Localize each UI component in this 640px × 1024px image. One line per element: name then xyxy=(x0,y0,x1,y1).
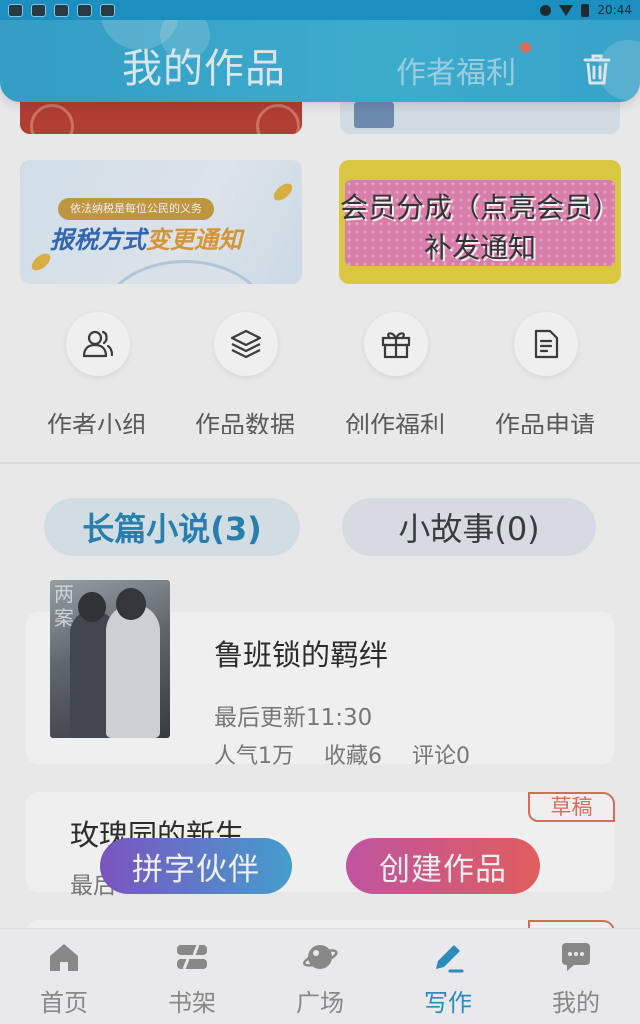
quick-action-work-data[interactable]: 作品数据 xyxy=(170,312,320,434)
pen-icon xyxy=(436,945,464,973)
member-banner-title: 会员分成（点亮会员）补发通知 xyxy=(339,191,620,264)
status-time: 20:44 xyxy=(597,3,632,17)
popularity-count: 人气1万 xyxy=(214,744,294,769)
layers-icon xyxy=(230,329,262,359)
bookshelf-icon xyxy=(177,944,207,970)
quick-action-work-apply[interactable]: 作品申请 xyxy=(470,312,620,434)
quick-action-circle xyxy=(66,312,130,376)
tax-title-part1: 报税方式 xyxy=(50,226,146,254)
tab-short-stories[interactable]: 小故事(0) xyxy=(342,498,596,556)
banner-tax-notice[interactable]: 依法纳税是每位公民的义务 报税方式变更通知 xyxy=(20,160,302,284)
section-divider xyxy=(0,462,640,464)
nav-item-bookshelf[interactable]: 书架 xyxy=(128,929,256,1024)
nav-label: 广场 xyxy=(296,989,344,1017)
battery-icon xyxy=(581,3,590,17)
quick-action-label: 作品数据 xyxy=(194,411,295,434)
system-status: 20:44 xyxy=(540,3,632,17)
cover-figure-head xyxy=(78,592,106,622)
banner-member-notice[interactable]: 会员分成（点亮会员）补发通知 xyxy=(339,160,621,284)
page-title[interactable]: 我的作品 xyxy=(122,36,286,94)
quick-action-creation-welfare[interactable]: 创作福利 xyxy=(320,312,470,434)
notification-icons xyxy=(8,3,115,17)
book-cover-image[interactable]: 两案 xyxy=(50,580,170,738)
cover-figure-head xyxy=(116,588,146,620)
tab-author-welfare[interactable]: 作者福利 xyxy=(396,48,516,92)
tax-banner-caption: 依法纳税是每位公民的义务 xyxy=(58,198,214,220)
bottom-nav: 首页 书架 广场 写作 我的 xyxy=(0,928,640,1024)
document-icon xyxy=(534,329,559,359)
planet-icon xyxy=(303,945,338,969)
tab-long-novels[interactable]: 长篇小说(3) xyxy=(44,498,300,556)
nav-label: 写作 xyxy=(424,989,472,1017)
chat-icon xyxy=(562,943,590,971)
gift-icon xyxy=(381,332,411,359)
work-last-update: 最后更新11:30 xyxy=(214,705,373,731)
draft-badge: 草稿 xyxy=(528,792,615,822)
notification-dot xyxy=(520,42,531,53)
nav-item-home[interactable]: 首页 xyxy=(0,929,128,1024)
quick-action-label: 创作福利 xyxy=(344,411,445,434)
favorites-count: 收藏6 xyxy=(324,744,382,769)
trash-icon[interactable] xyxy=(582,52,612,86)
nav-item-mine[interactable]: 我的 xyxy=(512,929,640,1024)
writing-partner-button[interactable]: 拼字伙伴 xyxy=(100,838,292,894)
nav-item-plaza[interactable]: 广场 xyxy=(256,929,384,1024)
app-notification-icon xyxy=(54,3,69,17)
work-stats: 人气1万 收藏6 评论0 xyxy=(214,738,470,770)
dnd-icon xyxy=(540,4,552,16)
cloud-decor xyxy=(30,104,74,134)
books-image xyxy=(354,102,394,128)
cover-figure xyxy=(106,604,160,738)
quick-action-circle xyxy=(364,312,428,376)
quick-action-label: 作品申请 xyxy=(494,411,595,434)
nav-label: 书架 xyxy=(168,989,216,1017)
quick-action-circle xyxy=(514,312,578,376)
app-notification-icon xyxy=(31,3,46,17)
home-icon xyxy=(50,944,78,971)
tax-banner-title: 报税方式变更通知 xyxy=(50,220,242,255)
quick-action-circle xyxy=(214,312,278,376)
nav-item-writing[interactable]: 写作 xyxy=(384,929,512,1024)
nav-label: 我的 xyxy=(552,989,600,1017)
cloud-decor xyxy=(256,104,300,134)
create-work-button[interactable]: 创建作品 xyxy=(346,838,540,894)
people-icon xyxy=(82,330,114,358)
app-notification-icon xyxy=(8,3,23,17)
quick-action-author-group[interactable]: 作者小组 xyxy=(22,312,172,434)
status-bar: 20:44 xyxy=(0,0,640,20)
nav-label: 首页 xyxy=(40,989,88,1017)
app-notification-icon xyxy=(100,3,115,17)
comments-count: 评论0 xyxy=(412,744,470,769)
quick-action-label: 作者小组 xyxy=(46,411,147,434)
leaf-decor xyxy=(270,180,296,204)
tax-title-part2: 变更通知 xyxy=(146,226,242,254)
wifi-icon xyxy=(559,4,574,16)
work-title[interactable]: 鲁班锁的羁绊 xyxy=(214,632,388,674)
clock-dial-image xyxy=(100,260,270,284)
app-notification-icon xyxy=(77,3,92,17)
